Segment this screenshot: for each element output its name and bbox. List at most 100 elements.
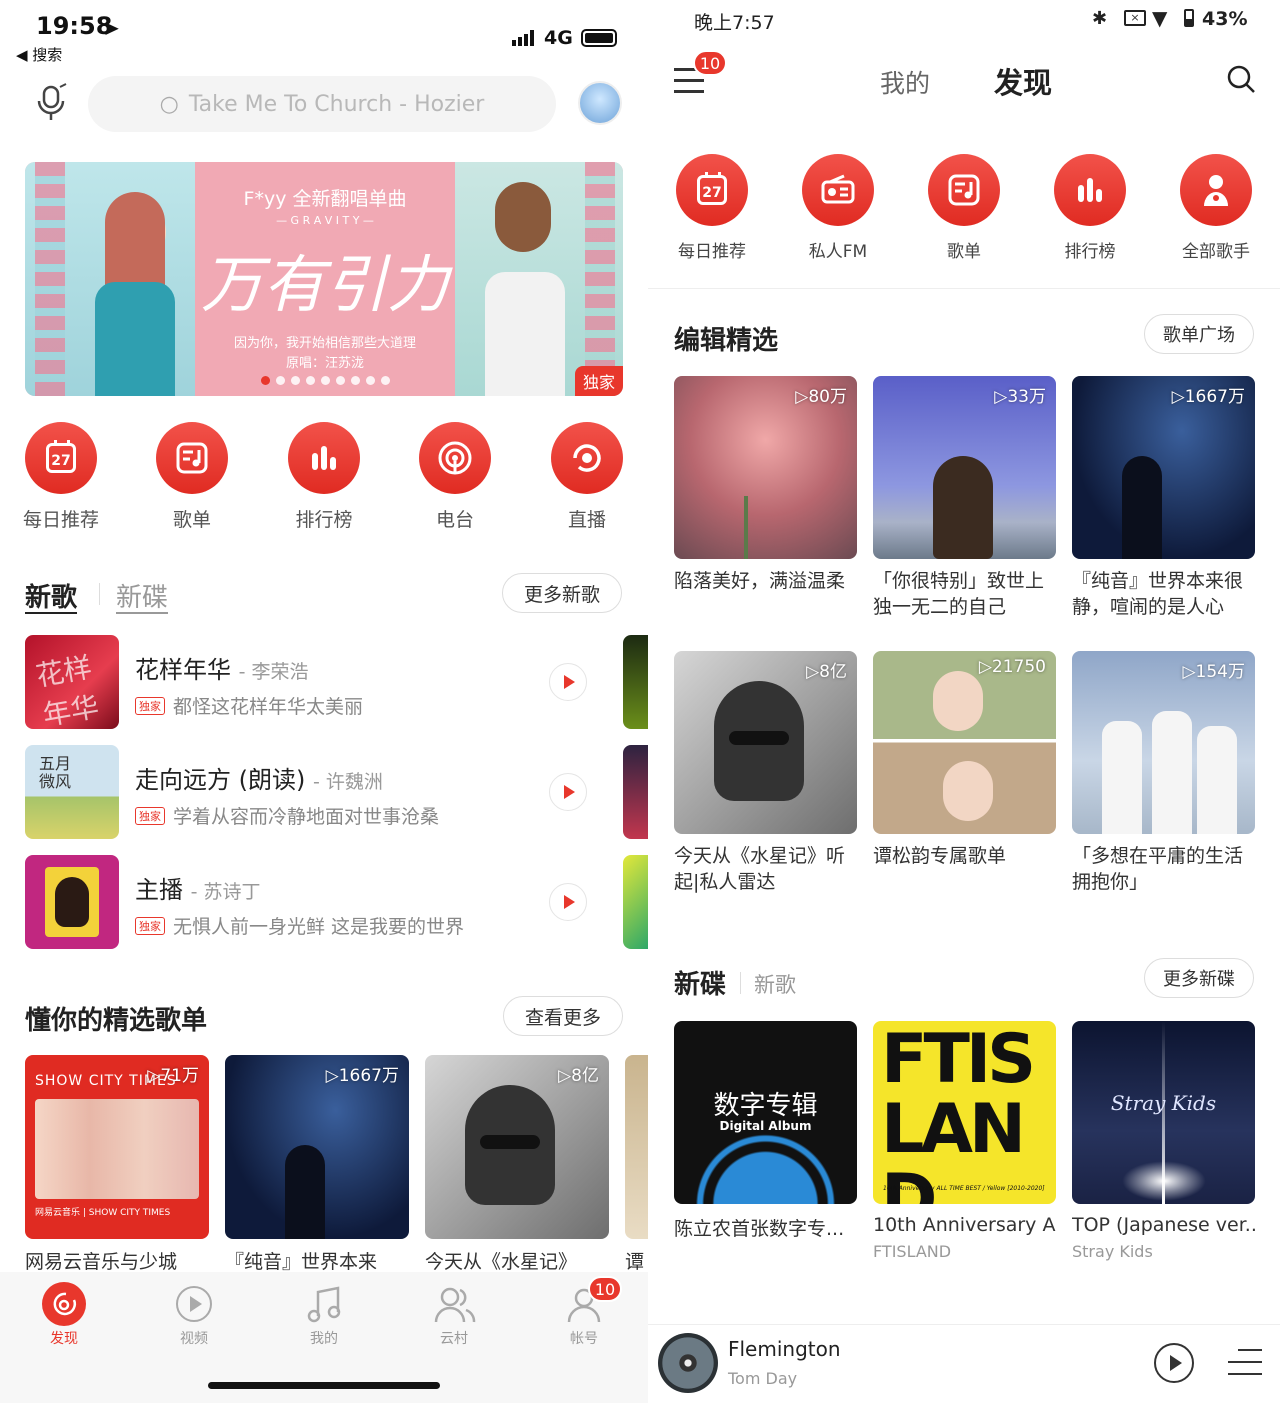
mini-player[interactable]: Flemington Tom Day	[648, 1324, 1280, 1403]
album-card-1[interactable]: 数字专辑 Digital Album	[674, 1021, 857, 1204]
promo-banner[interactable]: F*yy 全新翻唱单曲 — G R A V I T Y — 万有引力 因为你，我…	[25, 162, 623, 396]
banner-dot[interactable]	[290, 376, 300, 385]
quick-entry-daily[interactable]: 27	[676, 154, 748, 226]
play-count: ▷8亿	[806, 662, 847, 682]
editor-title-6[interactable]: 「多想在平庸的生活拥抱你」	[1072, 843, 1255, 895]
quick-entry-singers[interactable]	[1180, 154, 1252, 226]
playlist-plaza-button[interactable]: 歌单广场	[1144, 314, 1254, 354]
editor-card-1[interactable]: ▷80万	[674, 376, 857, 559]
playlist-card-3[interactable]: ▷8亿	[425, 1055, 609, 1239]
community-icon[interactable]	[434, 1284, 476, 1328]
quick-entry-radio[interactable]	[419, 422, 491, 494]
quick-label-chart: 排行榜	[295, 509, 353, 531]
playlist-card-1[interactable]: SHOW CITY TIMES 网易云音乐 | SHOW CITY TIMES …	[25, 1055, 209, 1239]
song-play-button-3[interactable]	[549, 883, 587, 921]
banner-dot[interactable]	[275, 376, 285, 385]
now-playing-title[interactable]: Flemington	[728, 1337, 841, 1361]
editor-title-2[interactable]: 「你很特别」致世上独一无二的自己	[873, 568, 1056, 620]
video-icon[interactable]	[176, 1286, 212, 1322]
song-title-3[interactable]: 主播 - 苏诗丁	[135, 870, 261, 905]
search-input[interactable]: ○ Take Me To Church - Hozier	[88, 76, 556, 132]
banner-dot[interactable]	[380, 376, 390, 385]
tab-discover[interactable]: 发现	[24, 1328, 104, 1348]
playlist-icon	[156, 422, 228, 494]
song-cover-2[interactable]: 五月 微风	[25, 745, 119, 839]
quick-entry-playlist[interactable]	[156, 422, 228, 494]
play-count: ▷33万	[994, 387, 1046, 407]
quick-entry-daily[interactable]: 27	[25, 422, 97, 494]
see-more-playlists-button[interactable]: 查看更多	[503, 996, 623, 1036]
now-playing-cover[interactable]	[658, 1333, 718, 1393]
editor-title-5[interactable]: 谭松韵专属歌单	[873, 843, 1056, 869]
tab-mine[interactable]: 我的	[284, 1328, 364, 1348]
home-indicator[interactable]	[208, 1382, 440, 1389]
album-artist-3[interactable]: Stray Kids	[1072, 1242, 1153, 1261]
album-title-1[interactable]: 陈立农首张数字专...	[674, 1214, 857, 1241]
banner-dot[interactable]	[350, 376, 360, 385]
calendar-icon: 27	[676, 154, 748, 226]
banner-dot[interactable]	[320, 376, 330, 385]
song-play-button-1[interactable]	[549, 663, 587, 701]
editor-card-5[interactable]: ▷21750	[873, 651, 1056, 834]
song-cover-peek-2[interactable]	[623, 745, 648, 839]
song-cover-peek-1[interactable]	[623, 635, 648, 729]
editor-card-3[interactable]: ▷1667万	[1072, 376, 1255, 559]
song-title-1[interactable]: 花样年华 - 李荣浩	[135, 650, 309, 685]
music-note-icon[interactable]	[306, 1284, 342, 1328]
song-cover-peek-3[interactable]	[623, 855, 648, 949]
banner-dot[interactable]	[260, 376, 270, 385]
battery-icon	[1184, 9, 1194, 27]
song-cover-3[interactable]	[25, 855, 119, 949]
playlist-queue-icon[interactable]	[1228, 1349, 1262, 1375]
now-playing-artist[interactable]: Tom Day	[728, 1369, 797, 1388]
tab-community[interactable]: 云村	[414, 1328, 494, 1348]
menu-notification-badge: 10	[693, 50, 727, 76]
playlist-icon	[928, 154, 1000, 226]
tab-new-albums[interactable]: 新碟	[116, 577, 168, 614]
tab-discover[interactable]: 发现	[994, 60, 1052, 102]
tab-new-albums[interactable]: 新碟	[674, 964, 726, 1001]
song-cover-1[interactable]: 花样 年华	[25, 635, 119, 732]
editor-card-2[interactable]: ▷33万	[873, 376, 1056, 559]
playlist-card-2[interactable]: ▷1667万	[225, 1055, 409, 1239]
quick-entry-chart[interactable]	[1054, 154, 1126, 226]
avatar[interactable]	[578, 81, 622, 125]
editor-title-1[interactable]: 陷落美好，满溢温柔	[674, 568, 857, 594]
quick-entry-chart[interactable]	[288, 422, 360, 494]
voice-search-icon[interactable]	[34, 83, 72, 123]
back-to-search-link[interactable]: ◀ 搜索	[16, 44, 62, 65]
playlist-card-4[interactable]	[625, 1055, 648, 1239]
editor-card-4[interactable]: ▷8亿	[674, 651, 857, 834]
album-title-2[interactable]: 10th Anniversary A...	[873, 1214, 1056, 1236]
quick-entry-live[interactable]	[551, 422, 623, 494]
play-icon[interactable]	[1154, 1343, 1194, 1383]
editor-title-4[interactable]: 今天从《水星记》听起|私人雷达	[674, 843, 857, 895]
editor-card-6[interactable]: ▷154万	[1072, 651, 1255, 834]
album-card-3[interactable]: Stray Kids	[1072, 1021, 1255, 1204]
playlist-title-2[interactable]: 『纯音』世界本来	[225, 1247, 409, 1274]
quick-entry-fm[interactable]	[802, 154, 874, 226]
tab-video[interactable]: 视频	[154, 1328, 234, 1348]
playlist-title-3[interactable]: 今天从《水星记》	[425, 1247, 609, 1274]
tab-account[interactable]: 帐号	[544, 1328, 624, 1348]
playlist-title-1[interactable]: 网易云音乐与少城	[25, 1247, 209, 1274]
more-new-albums-button[interactable]: 更多新碟	[1144, 958, 1254, 998]
playlist-title-4[interactable]: 谭	[625, 1247, 648, 1274]
banner-dot[interactable]	[365, 376, 375, 385]
song-play-button-2[interactable]	[549, 773, 587, 811]
tab-new-songs[interactable]: 新歌	[25, 577, 77, 614]
tab-new-songs[interactable]: 新歌	[754, 969, 796, 999]
search-icon[interactable]	[1226, 64, 1256, 98]
quick-entry-playlist[interactable]	[928, 154, 1000, 226]
album-card-2[interactable]: FTIS LAND 10th Anniversary ALL TIME BEST…	[873, 1021, 1056, 1204]
tab-mine[interactable]: 我的	[880, 64, 930, 100]
banner-dot[interactable]	[335, 376, 345, 385]
banner-pagination[interactable]	[255, 376, 395, 386]
album-title-3[interactable]: TOP (Japanese ver...	[1072, 1214, 1255, 1236]
banner-dot[interactable]	[305, 376, 315, 385]
more-new-songs-button[interactable]: 更多新歌	[502, 573, 622, 613]
song-title-2[interactable]: 走向远方 (朗读) - 许魏洲	[135, 760, 383, 795]
editor-title-3[interactable]: 『纯音』世界本来很静，喧闹的是人心	[1072, 568, 1255, 620]
netease-logo-icon[interactable]	[42, 1282, 86, 1326]
album-artist-2[interactable]: FTISLAND	[873, 1242, 951, 1261]
